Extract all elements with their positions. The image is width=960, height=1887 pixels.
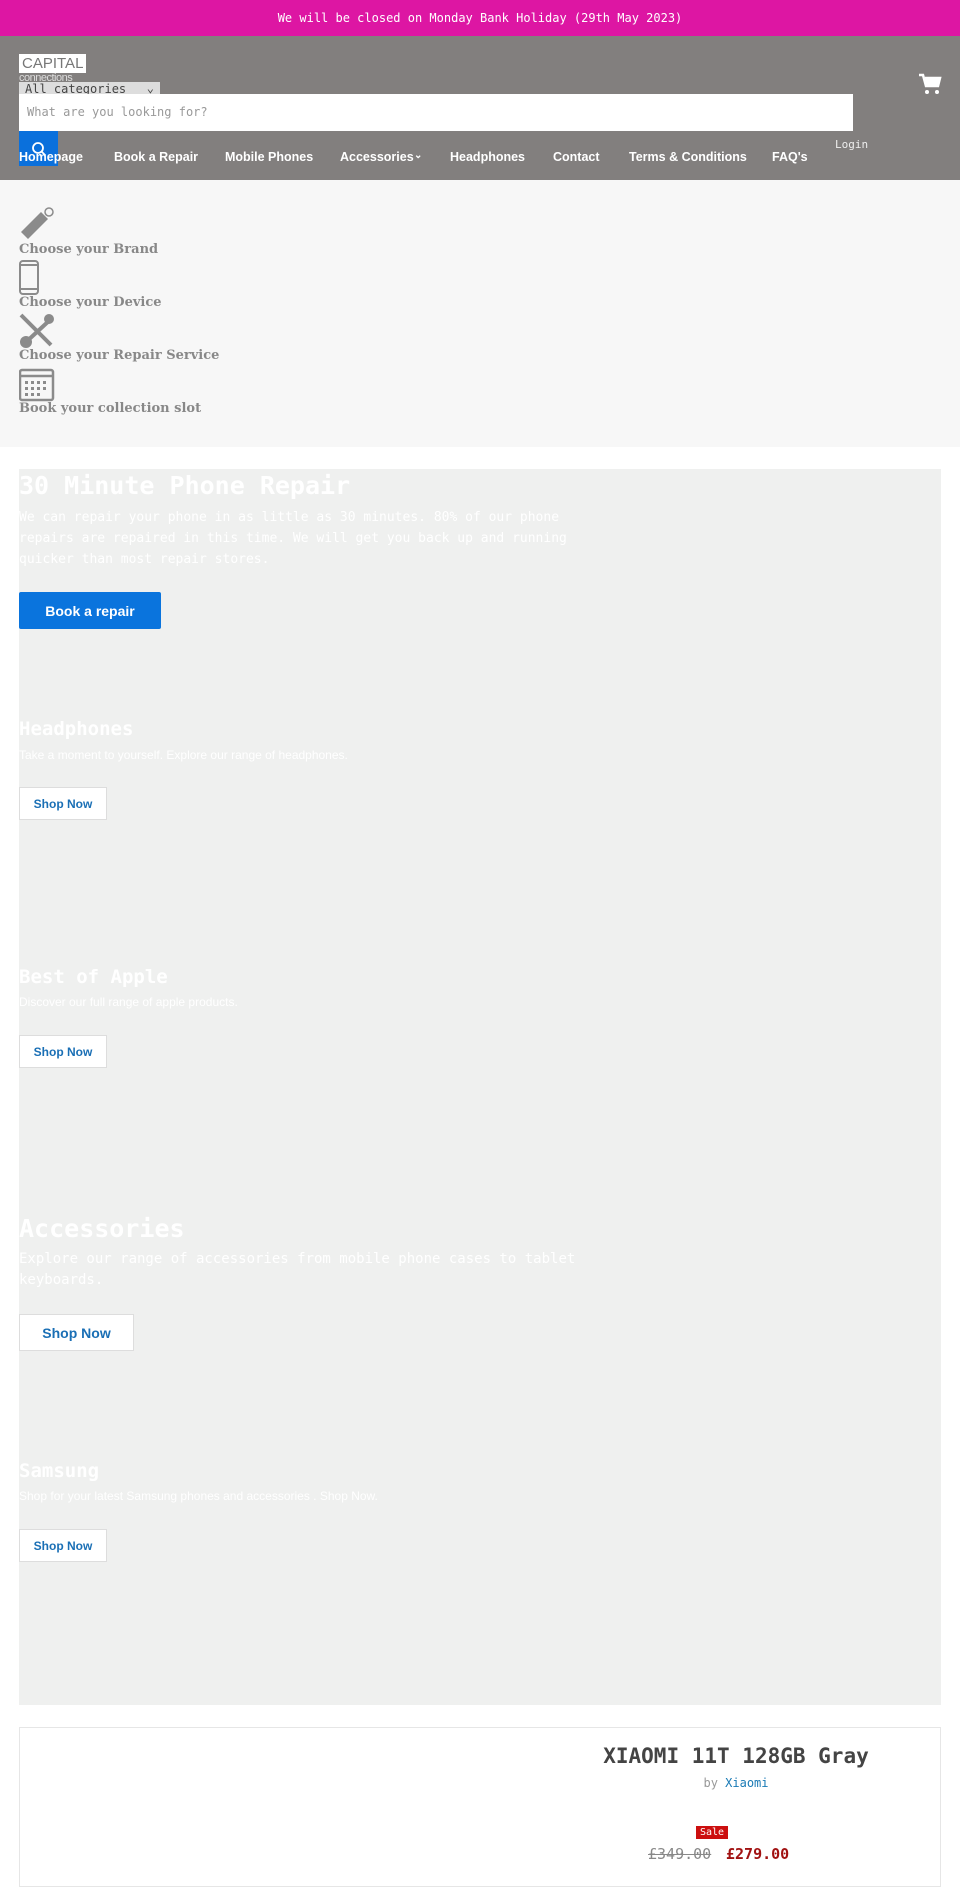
chevron-down-icon: ⌄ [146, 81, 154, 95]
sale-price: £279.00 [726, 1845, 790, 1863]
nav-mobile-phones[interactable]: Mobile Phones [225, 150, 313, 164]
step-label: Book your collection slot [19, 401, 202, 416]
repair-steps: Choose your Brand Choose your Device Cho… [0, 180, 960, 447]
search-input[interactable]: What are you looking for? [19, 94, 853, 131]
shop-now-apple-button[interactable]: Shop Now [19, 1035, 107, 1068]
promo-text: Explore our range of accessories from mo… [19, 1251, 576, 1288]
step-label: Choose your Repair Service [19, 348, 220, 363]
announcement-banner: We will be closed on Monday Bank Holiday… [0, 0, 960, 36]
chevron-down-icon: ⌄ [414, 150, 423, 161]
logo-text: CAPITAL [19, 54, 87, 73]
nav-book-a-repair[interactable]: Book a Repair [114, 150, 198, 164]
hero-title: 30 Minute Phone Repair [19, 471, 351, 500]
compare-price: £349.00 [648, 1845, 712, 1863]
step-label: Choose your Device [19, 295, 162, 310]
promo-title: Samsung [19, 1460, 100, 1482]
login-link[interactable]: Login [835, 138, 868, 151]
cart-icon[interactable] [918, 72, 942, 96]
tools-icon [19, 313, 54, 348]
featured-product: XIAOMI 11T 128GB Gray by Xiaomi Sale £34… [19, 1727, 941, 1887]
promo-title: Best of Apple [19, 966, 168, 988]
shop-now-headphones-button[interactable]: Shop Now [19, 787, 107, 820]
promo-text: Shop for your latest Samsung phones and … [19, 1489, 378, 1503]
nav-terms[interactable]: Terms & Conditions [629, 150, 747, 164]
product-title[interactable]: XIAOMI 11T 128GB Gray [496, 1744, 960, 1768]
step-label: Choose your Brand [19, 242, 159, 257]
sale-badge: Sale [696, 1826, 729, 1839]
promo-title: Accessories [19, 1214, 185, 1243]
calendar-icon [19, 368, 55, 402]
book-repair-button[interactable]: Book a repair [19, 592, 161, 629]
promo-title: Headphones [19, 718, 134, 740]
hero-slideshow: 30 Minute Phone Repair We can repair you… [19, 469, 941, 1705]
promo-text: Discover our full range of apple product… [19, 995, 238, 1009]
nav-headphones[interactable]: Headphones [450, 150, 525, 164]
shop-now-accessories-button[interactable]: Shop Now [19, 1314, 134, 1351]
nav-faqs[interactable]: FAQ's [772, 150, 808, 164]
phone-icon [19, 260, 39, 295]
site-header: CAPITAL connections All categories ⌄ What… [0, 36, 960, 180]
hero-text: We can repair your phone in as little as… [19, 510, 567, 567]
vendor-prefix: by [703, 1776, 718, 1790]
nav-homepage[interactable]: Homepage [19, 150, 83, 164]
tag-icon [21, 207, 54, 239]
shop-now-samsung-button[interactable]: Shop Now [19, 1529, 107, 1562]
nav-contact[interactable]: Contact [553, 150, 600, 164]
nav-accessories[interactable]: Accessories [340, 150, 414, 164]
product-vendor: by Xiaomi [496, 1776, 960, 1790]
vendor-link[interactable]: Xiaomi [725, 1776, 768, 1790]
promo-text: Take a moment to yourself. Explore our r… [19, 748, 348, 762]
